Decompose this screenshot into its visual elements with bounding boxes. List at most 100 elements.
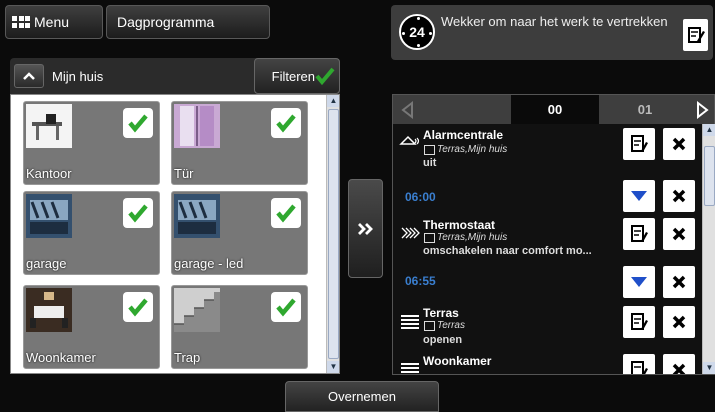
edit-icon (631, 135, 648, 152)
room-label: Tür (174, 166, 194, 181)
room-label: Kantoor (26, 166, 72, 181)
room-checkbox[interactable] (271, 108, 301, 138)
shutter-icon (401, 363, 419, 373)
room-checkbox[interactable] (123, 198, 153, 228)
shutter-icon (401, 315, 419, 329)
room-tile-woonkamer[interactable]: Woonkamer (23, 285, 160, 369)
scroll-up-icon[interactable]: ▲ (327, 95, 339, 107)
collapse-button[interactable] (14, 64, 44, 88)
item-location: Terras,Mijn huis (437, 232, 508, 243)
menu-label: Menu (34, 14, 70, 30)
scroll-thumb[interactable] (704, 146, 715, 206)
transfer-button[interactable] (348, 179, 383, 278)
expand-button[interactable] (623, 266, 655, 298)
room-tile-garage[interactable]: garage (23, 191, 160, 275)
scroll-down-icon[interactable]: ▼ (327, 361, 339, 373)
room-tile-trap[interactable]: Trap (171, 285, 308, 369)
arrow-right-icon (696, 100, 709, 119)
room-label: garage - led (174, 256, 244, 271)
edit-icon (631, 361, 648, 374)
livingroom-photo (26, 288, 72, 332)
overnemen-button[interactable]: Overnemen (285, 381, 439, 412)
edit-icon (631, 313, 648, 330)
delete-button[interactable] (663, 180, 695, 212)
group-label: Mijn huis (52, 69, 104, 84)
filter-label: Filteren (271, 68, 315, 84)
arrow-left-icon (401, 100, 413, 119)
edit-button[interactable] (623, 128, 655, 160)
close-icon (672, 189, 686, 203)
filter-header: Mijn huis Filteren (10, 58, 340, 94)
room-checkbox[interactable] (123, 108, 153, 138)
program-item: Terras Terras openen (393, 304, 702, 352)
hour-tab-next[interactable]: 01 (601, 95, 689, 124)
room-filter-panel: Mijn huis Filteren Kantoor Tür garage ga… (10, 58, 340, 374)
item-action: omschakelen naar comfort mo... (423, 245, 592, 257)
program-item: Thermostaat Terras,Mijn huis omschakelen… (393, 216, 702, 266)
garage-photo (26, 194, 72, 238)
delete-button[interactable] (663, 266, 695, 298)
time-label: 06:00 (405, 190, 436, 204)
clock-text: 24 (409, 24, 425, 40)
item-action: uit (423, 157, 437, 169)
room-checkbox[interactable] (123, 292, 153, 322)
alarm-title: Wekker om naar het werk te vertrekken (441, 14, 668, 29)
item-name: Thermostaat (423, 218, 496, 232)
edit-button[interactable] (623, 306, 655, 338)
room-tile-garage-led[interactable]: garage - led (171, 191, 308, 275)
time-row: 06:55 (393, 266, 702, 302)
office-photo (26, 104, 72, 148)
close-icon (672, 137, 686, 151)
menu-grid-icon (12, 16, 30, 28)
edit-icon (631, 225, 648, 242)
item-location: Terras,Mijn huis (437, 144, 508, 155)
triangle-down-icon (631, 277, 647, 287)
checkmark-icon (128, 114, 148, 133)
stairs-photo (174, 288, 220, 332)
room-tile-tur[interactable]: Tür (171, 101, 308, 185)
delete-button[interactable] (663, 354, 695, 374)
edit-button[interactable] (623, 354, 655, 374)
scroll-thumb[interactable] (328, 109, 339, 359)
alarm-header: 24 Wekker om naar het werk te vertrekken (391, 5, 713, 60)
expand-button[interactable] (623, 180, 655, 212)
room-grid: Kantoor Tür garage garage - led Woonkame… (10, 94, 340, 374)
room-checkbox[interactable] (271, 198, 301, 228)
scroll-up-icon[interactable]: ▲ (703, 124, 715, 136)
location-icon (424, 145, 435, 155)
delete-button[interactable] (663, 128, 695, 160)
edit-button[interactable] (623, 218, 655, 250)
close-icon (672, 315, 686, 329)
dagprogramma-label: Dagprogramma (117, 14, 215, 30)
scroll-down-icon[interactable]: ▼ (703, 362, 715, 374)
checkmark-icon (276, 204, 296, 223)
chevron-up-icon (23, 72, 35, 80)
item-name: Alarmcentrale (423, 128, 504, 142)
room-label: Trap (174, 350, 201, 365)
item-name: Terras (423, 306, 459, 320)
next-hour-button[interactable] (691, 95, 714, 124)
filter-button[interactable]: Filteren (254, 58, 340, 94)
delete-button[interactable] (663, 306, 695, 338)
program-scrollbar[interactable]: ▲ ▼ (702, 124, 715, 374)
room-tile-kantoor[interactable]: Kantoor (23, 101, 160, 185)
time-label: 06:55 (405, 274, 436, 288)
program-item: Woonkamer (393, 352, 702, 374)
overnemen-label: Overnemen (328, 389, 396, 404)
checkmark-icon (315, 67, 335, 85)
hour-selector: 00 01 (393, 95, 714, 124)
menu-button[interactable]: Menu (5, 5, 103, 39)
time-row: 06:00 (393, 180, 702, 216)
item-action: openen (423, 334, 463, 346)
location-icon (424, 321, 435, 331)
edit-button[interactable] (683, 19, 708, 51)
item-location: Terras (437, 320, 465, 331)
alarm-icon (399, 135, 420, 145)
dagprogramma-button[interactable]: Dagprogramma (106, 5, 270, 39)
hour-tab-current[interactable]: 00 (511, 95, 599, 124)
delete-button[interactable] (663, 218, 695, 250)
double-chevron-right-icon (357, 222, 373, 235)
room-grid-scrollbar[interactable]: ▲ ▼ (326, 95, 339, 373)
room-checkbox[interactable] (271, 292, 301, 322)
prev-hour-button[interactable] (393, 95, 421, 124)
